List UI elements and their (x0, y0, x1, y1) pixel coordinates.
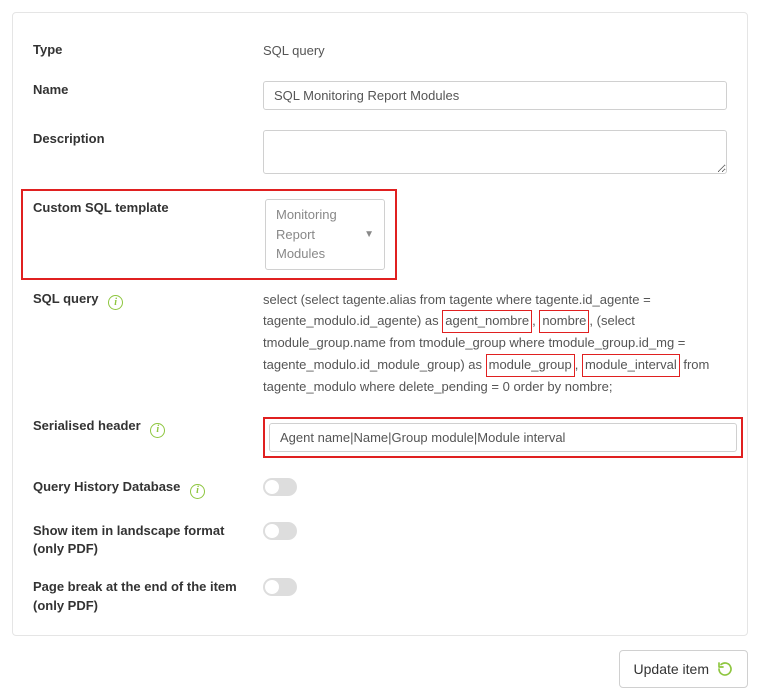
label-name: Name (33, 81, 263, 99)
row-description: Description (33, 120, 727, 190)
chevron-down-icon: ▼ (364, 227, 374, 242)
description-textarea[interactable] (263, 130, 727, 174)
query-history-db-toggle[interactable] (263, 478, 297, 496)
label-type: Type (33, 41, 263, 59)
info-icon[interactable]: i (150, 423, 165, 438)
row-custom-sql-template: Custom SQL template Monitoring Report Mo… (21, 189, 397, 280)
row-serialised-header: Serialised header i (33, 407, 727, 468)
update-button-label: Update item (634, 661, 709, 677)
row-query-history-db: Query History Database i (33, 468, 727, 512)
serialised-header-highlight (263, 417, 743, 458)
toggle-knob (265, 480, 279, 494)
name-input[interactable] (263, 81, 727, 110)
row-page-break: Page break at the end of the item (only … (33, 568, 727, 624)
label-serialised-header: Serialised header i (33, 417, 263, 438)
form-panel: Type SQL query Name Description Custom S… (12, 12, 748, 636)
refresh-icon (717, 661, 733, 677)
page-break-toggle[interactable] (263, 578, 297, 596)
label-sql-query: SQL query i (33, 290, 263, 311)
label-custom-sql-template: Custom SQL template (33, 199, 265, 217)
row-name: Name (33, 71, 727, 120)
label-description: Description (33, 130, 263, 148)
sql-token-agent-nombre: agent_nombre (442, 310, 532, 333)
custom-sql-template-select[interactable]: Monitoring Report Modules ▼ (265, 199, 385, 270)
row-landscape: Show item in landscape format (only PDF) (33, 512, 727, 568)
label-landscape: Show item in landscape format (only PDF) (33, 522, 263, 558)
row-sql-query: SQL query i select (select tagente.alias… (33, 280, 727, 408)
landscape-toggle[interactable] (263, 522, 297, 540)
dropdown-selected: Monitoring Report Modules (276, 205, 356, 264)
sql-query-text: select (select tagente.alias from tagent… (263, 290, 727, 398)
serialised-header-input[interactable] (269, 423, 737, 452)
row-type: Type SQL query (33, 31, 727, 71)
sql-token-module-group: module_group (486, 354, 575, 377)
sql-token-module-interval: module_interval (582, 354, 680, 377)
label-page-break: Page break at the end of the item (only … (33, 578, 263, 614)
sql-token-nombre: nombre (539, 310, 589, 333)
info-icon[interactable]: i (190, 484, 205, 499)
update-item-button[interactable]: Update item (619, 650, 748, 688)
footer: Update item (12, 636, 748, 688)
toggle-knob (265, 580, 279, 594)
value-type: SQL query (263, 41, 727, 61)
toggle-knob (265, 524, 279, 538)
info-icon[interactable]: i (108, 295, 123, 310)
label-query-history-db: Query History Database i (33, 478, 263, 499)
